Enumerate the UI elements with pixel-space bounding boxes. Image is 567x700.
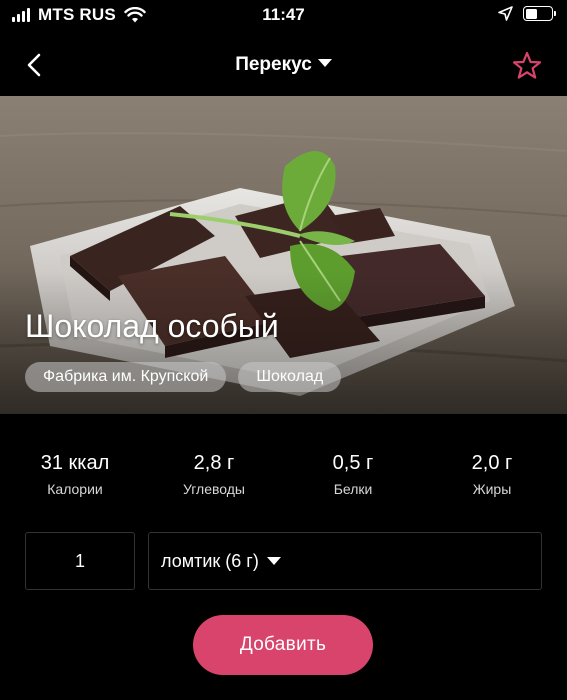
add-button[interactable]: Добавить [193,615,373,675]
protein-label: Белки [333,481,373,497]
caret-down-icon [317,58,332,67]
portion-unit-value: ломтик (6 г) [161,550,259,571]
status-right [498,6,556,21]
nutrition-calories: 31 ккал Калории [5,452,145,497]
carbs-label: Углеводы [182,481,245,497]
protein-value: 0,5 г [332,452,374,474]
calories-value: 31 ккал [40,452,110,474]
status-bar: MTS RUS 11:47 [0,0,567,34]
tag-brand[interactable]: Фабрика им. Крупской [25,362,227,392]
nutrition-protein: 0,5 г Белки [283,452,423,497]
food-hero-image: Шоколад особый Фабрика им. Крупской Шоко… [0,96,567,414]
nutrition-carbs: 2,8 г Углеводы [144,452,284,497]
nutrition-fat: 2,0 г Жиры [422,452,562,497]
meal-type-dropdown[interactable]: Перекус [0,54,567,76]
portion-unit-select[interactable]: ломтик (6 г) [148,532,542,590]
star-outline-icon [512,51,542,79]
favorite-button[interactable] [511,50,543,82]
calories-label: Калории [47,481,103,497]
battery-icon [523,6,556,21]
food-title: Шоколад особый [25,308,279,344]
status-time: 11:47 [262,5,305,24]
meal-type-label: Перекус [235,54,312,75]
quantity-input[interactable]: 1 [25,532,135,590]
caret-down-icon [266,557,281,565]
fat-label: Жиры [472,481,512,497]
food-tags: Фабрика им. Крупской Шоколад [25,362,342,392]
fat-value: 2,0 г [471,452,513,474]
quantity-value: 1 [74,550,85,571]
nav-bar: Перекус [0,34,567,96]
location-arrow-icon [498,6,513,21]
nutrition-summary: 31 ккал Калории 2,8 г Углеводы 0,5 г Бел… [0,414,567,514]
carbs-value: 2,8 г [193,452,235,474]
tag-category[interactable]: Шоколад [238,362,342,392]
